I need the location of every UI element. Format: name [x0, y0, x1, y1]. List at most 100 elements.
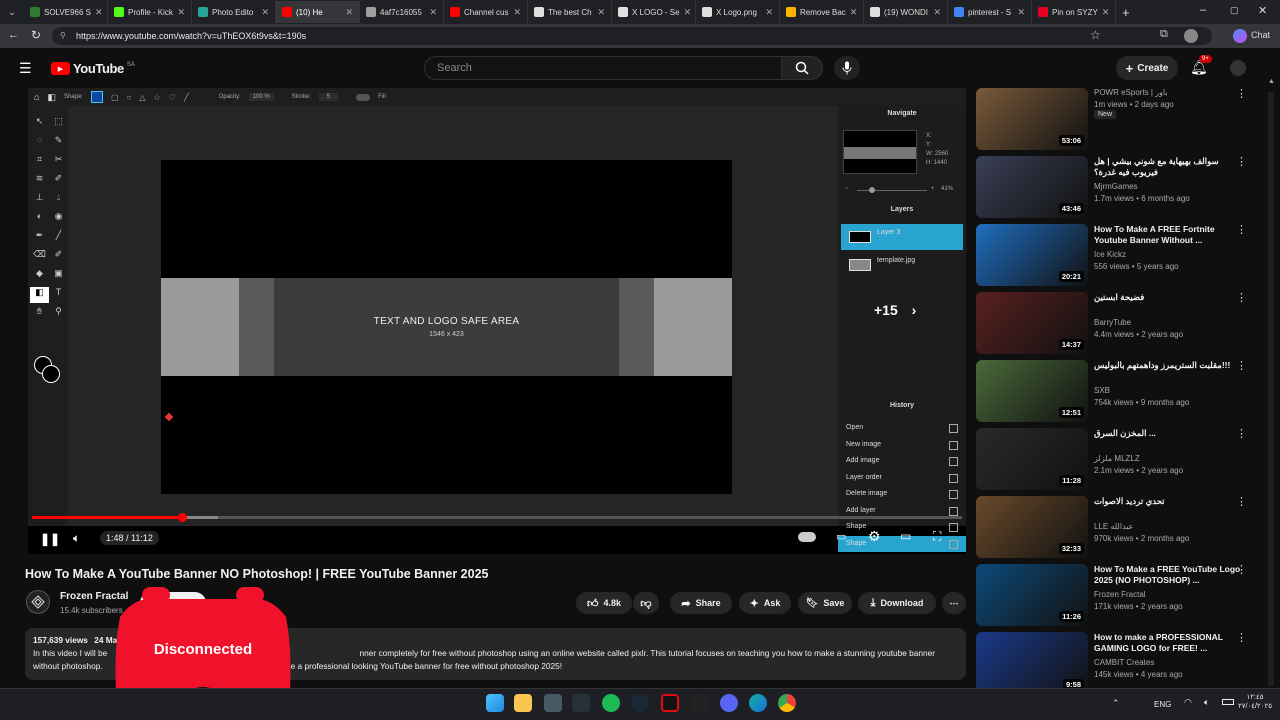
download-button[interactable]: ⤓ Download: [858, 592, 936, 614]
recommended-channel[interactable]: CAMBIT Creates: [1094, 658, 1154, 667]
edge-browser-icon[interactable]: [749, 694, 767, 712]
more-vertical-icon[interactable]: ⋮: [1236, 88, 1247, 100]
recommended-channel[interactable]: Ice Kickz: [1094, 250, 1126, 259]
account-avatar[interactable]: [1230, 60, 1246, 76]
theater-mode-icon[interactable]: ▭: [900, 529, 911, 543]
video-thumbnail[interactable]: 32:33: [976, 496, 1088, 558]
more-actions-button[interactable]: ⋯: [942, 592, 966, 614]
create-button[interactable]: + Create: [1116, 56, 1178, 80]
settings-gear-icon[interactable]: ⚙: [868, 528, 881, 545]
battery-icon[interactable]: [1222, 699, 1234, 705]
more-vertical-icon[interactable]: ⋮: [1236, 632, 1247, 644]
tab-close-icon[interactable]: ✕: [429, 7, 437, 18]
copilot-icon[interactable]: [1233, 29, 1247, 43]
video-progress-bar[interactable]: [32, 513, 962, 522]
recommended-video[interactable]: 14:37 فضيحة ابستين BarryTube 4.4m views • 2…: [976, 292, 1262, 354]
tab-close-icon[interactable]: ✕: [684, 7, 692, 18]
recommended-video[interactable]: 32:33 تحدي ترديد الاصوات LLE عبدالله 970k v…: [976, 496, 1262, 558]
search-input[interactable]: Search: [424, 56, 782, 80]
tab-close-icon[interactable]: ✕: [261, 7, 269, 18]
browser-tab[interactable]: Profile - Kick ✕: [108, 1, 192, 23]
browser-tab[interactable]: pinterest - S ✕: [948, 1, 1032, 23]
browser-tab[interactable]: X LOGO - Se ✕: [612, 1, 696, 23]
capcut-icon[interactable]: [690, 694, 708, 712]
new-tab-button[interactable]: +: [1122, 5, 1130, 20]
browser-tab[interactable]: X Logo.png ✕: [696, 1, 780, 23]
search-button[interactable]: [781, 56, 823, 80]
channel-avatar[interactable]: [26, 590, 50, 614]
wifi-icon[interactable]: ◠: [1184, 697, 1192, 708]
recommended-video[interactable]: 9:58 How to make a PROFESSIONAL GAMING LO…: [976, 632, 1262, 694]
voice-search-button[interactable]: [834, 56, 860, 80]
chrome-icon[interactable]: [778, 694, 796, 712]
subtitles-icon[interactable]: ▭: [836, 530, 846, 543]
video-thumbnail[interactable]: 20:21: [976, 224, 1088, 286]
video-player[interactable]: ⌂ ◧ Shape: ▢ ○ △ ☆ ♡ ╱ Opacity: 100 % St…: [28, 88, 966, 554]
chat-label[interactable]: Chat: [1251, 30, 1270, 40]
more-vertical-icon[interactable]: ⋮: [1236, 292, 1247, 304]
scroll-up-icon[interactable]: ▲: [1268, 78, 1275, 85]
task-manager-icon[interactable]: [544, 694, 562, 712]
recommended-video[interactable]: 53:06 POWR eSports | باور 1m views • 2 day…: [976, 88, 1262, 150]
recommended-video[interactable]: 11:28 المخزن السرق ... ملزلز MLZLZ 2.1m vie…: [976, 428, 1262, 490]
video-thumbnail[interactable]: 11:28: [976, 428, 1088, 490]
spotify-icon[interactable]: [602, 694, 620, 712]
netflix-icon[interactable]: [661, 694, 679, 712]
recommended-channel[interactable]: MjrmGames: [1094, 182, 1138, 191]
tab-close-icon[interactable]: ✕: [1017, 7, 1025, 18]
fullscreen-icon[interactable]: ⛶: [933, 529, 941, 544]
recommended-video-title[interactable]: مقلبت الستريمرز وداهمتهم بالبوليس!!!: [1094, 360, 1244, 371]
recommended-video[interactable]: 12:51 مقلبت الستريمرز وداهمتهم بالبوليس!!…: [976, 360, 1262, 422]
more-vertical-icon[interactable]: ⋮: [1236, 360, 1247, 372]
url-field[interactable]: ⚲ https://www.youtube.com/watch?v=uThEOX…: [52, 27, 1212, 45]
recommended-video[interactable]: 43:46 سوالف بهيهاية مع شوني بيشي | هل فير…: [976, 156, 1262, 218]
recommended-video-title[interactable]: فضيحة ابستين: [1094, 292, 1244, 303]
browser-tab[interactable]: Channel cus ✕: [444, 1, 528, 23]
recommended-video-title[interactable]: تحدي ترديد الاصوات: [1094, 496, 1244, 507]
ask-button[interactable]: ✦ Ask: [739, 592, 791, 614]
browser-tab[interactable]: Remove Bac ✕: [780, 1, 864, 23]
extensions-icon[interactable]: ⧉: [1160, 28, 1168, 41]
hamburger-menu-icon[interactable]: ☰: [19, 60, 32, 77]
windows-start-icon[interactable]: [486, 694, 504, 712]
speaker-icon[interactable]: 🔈︎: [1204, 697, 1209, 708]
reload-icon[interactable]: ↻: [31, 28, 41, 42]
tab-menu-button[interactable]: ⌄: [0, 1, 24, 23]
youtube-logo[interactable]: ▶ YouTube SA: [51, 61, 135, 76]
notifications-button[interactable]: 🔔︎ 9+: [1190, 55, 1212, 77]
recommended-video[interactable]: 20:21 How To Make A FREE Fortnite Youtube…: [976, 224, 1262, 286]
tab-close-icon[interactable]: ✕: [765, 7, 773, 18]
tab-close-icon[interactable]: ✕: [513, 7, 521, 18]
recommended-channel[interactable]: ملزلز MLZLZ: [1094, 454, 1140, 463]
tab-close-icon[interactable]: ✕: [345, 7, 353, 18]
window-minimize-button[interactable]: –: [1200, 4, 1206, 16]
window-close-button[interactable]: ✕: [1258, 4, 1267, 17]
browser-tab[interactable]: The best Ch ✕: [528, 1, 612, 23]
tab-close-icon[interactable]: ✕: [933, 7, 941, 18]
bookmark-star-icon[interactable]: ☆: [1090, 28, 1101, 42]
recommended-video-title[interactable]: المخزن السرق ...: [1094, 428, 1244, 439]
tab-close-icon[interactable]: ✕: [95, 7, 103, 18]
taskbar-clock[interactable]: ١٢:٤٥ ٢٧/٠٤/٢٠٢٥: [1238, 693, 1272, 711]
recommended-channel[interactable]: SXB: [1094, 386, 1110, 395]
more-vertical-icon[interactable]: ⋮: [1236, 428, 1247, 440]
recommended-channel[interactable]: POWR eSports | باور: [1094, 88, 1168, 97]
site-info-icon[interactable]: ⚲: [60, 27, 66, 45]
recommended-channel[interactable]: BarryTube: [1094, 318, 1131, 327]
window-maximize-button[interactable]: ▢: [1230, 5, 1239, 16]
browser-tab[interactable]: (19) WONDI ✕: [864, 1, 948, 23]
tab-close-icon[interactable]: ✕: [177, 7, 185, 18]
browser-tab[interactable]: Pin on SYZY ✕: [1032, 1, 1116, 23]
save-button[interactable]: 🔖︎ Save: [798, 592, 852, 614]
browser-tab[interactable]: SOLVE966 S ✕: [24, 1, 108, 23]
pause-icon[interactable]: ❚❚: [40, 532, 60, 546]
video-thumbnail[interactable]: 53:06: [976, 88, 1088, 150]
share-button[interactable]: ➦ Share: [670, 592, 732, 614]
recommended-video-title[interactable]: سوالف بهيهاية مع شوني بيشي | هل فيريوب ف…: [1094, 156, 1244, 178]
video-thumbnail[interactable]: 14:37: [976, 292, 1088, 354]
browser-tab[interactable]: 4af7c16055 ✕: [360, 1, 444, 23]
recommended-video-title[interactable]: How To Make A FREE Fortnite Youtube Bann…: [1094, 224, 1244, 246]
recommended-video[interactable]: 11:26 How To Make a FREE YouTube Logo 202…: [976, 564, 1262, 626]
video-thumbnail[interactable]: 9:58: [976, 632, 1088, 694]
tray-chevron-icon[interactable]: ⌃: [1112, 698, 1120, 709]
